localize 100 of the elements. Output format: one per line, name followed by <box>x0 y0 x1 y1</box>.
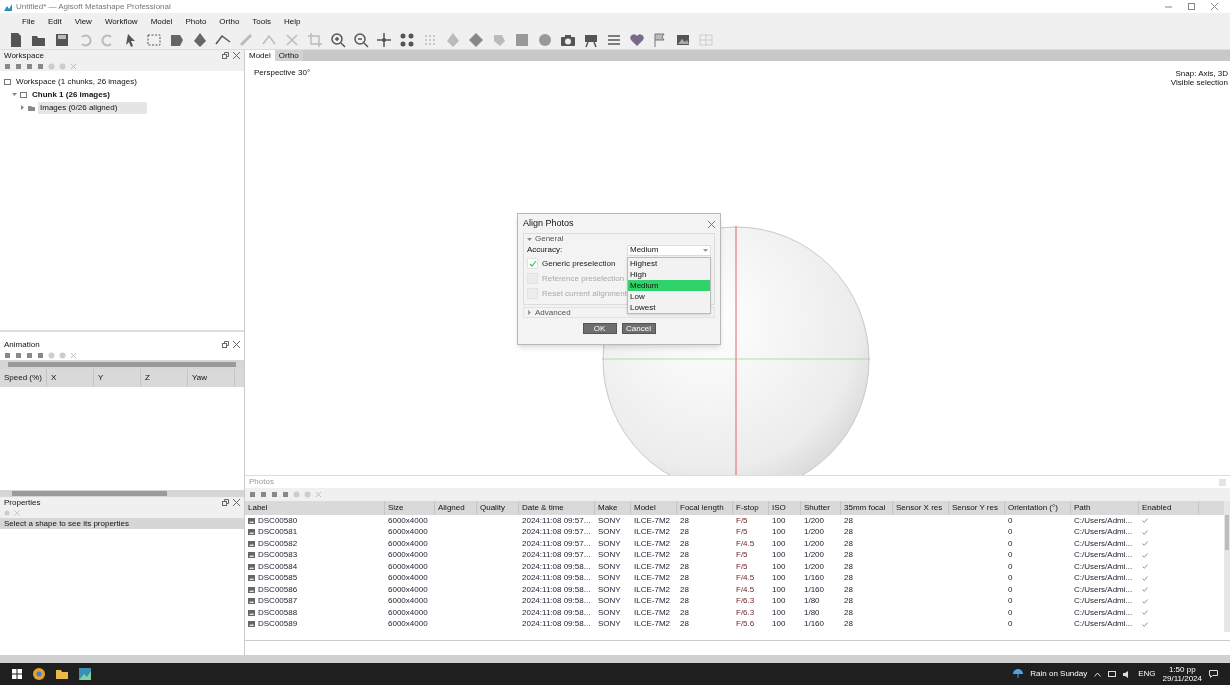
rectangle-selection-icon[interactable] <box>146 31 162 48</box>
table-cell: 1/160 <box>804 573 825 584</box>
column-header[interactable]: Sensor Y res <box>952 502 998 514</box>
column-header[interactable]: Y <box>98 372 104 384</box>
check-icon[interactable] <box>1142 518 1148 524</box>
table-cell: 1/200 <box>804 550 825 561</box>
column-header[interactable]: Shutter <box>804 502 830 514</box>
minimize-icon[interactable] <box>1165 3 1172 10</box>
table-cell: 2024:11:08 09:58... <box>522 584 591 595</box>
browser-icon[interactable] <box>33 668 45 680</box>
caret-icon[interactable] <box>527 310 532 315</box>
column-header[interactable]: F-stop <box>736 502 759 514</box>
check-icon[interactable] <box>1142 587 1148 593</box>
maximize-icon[interactable] <box>1188 3 1195 10</box>
close-icon[interactable] <box>233 499 240 506</box>
section-header[interactable]: General <box>535 233 564 245</box>
column-header[interactable]: Enabled <box>1142 502 1172 514</box>
column-header[interactable]: Path <box>1074 502 1091 514</box>
check-icon[interactable] <box>1142 541 1148 547</box>
check-icon[interactable] <box>1142 552 1148 558</box>
column-header[interactable]: Sensor X res <box>896 502 943 514</box>
chevron-up-icon[interactable] <box>1094 671 1102 677</box>
dropdown-option[interactable]: Medium <box>628 280 710 291</box>
column-header[interactable]: Date & time <box>522 502 564 514</box>
windows-start-icon[interactable] <box>12 669 22 679</box>
column-header[interactable]: Yaw <box>192 372 207 384</box>
menu-item[interactable]: Edit <box>45 15 64 28</box>
caret-icon[interactable] <box>527 236 532 242</box>
column-header[interactable]: Z <box>145 372 150 384</box>
view-tab[interactable]: Model <box>245 50 275 61</box>
menu-item[interactable]: Help <box>282 15 303 28</box>
network-icon[interactable] <box>1108 670 1117 678</box>
move-icon[interactable] <box>376 31 392 48</box>
close-icon[interactable] <box>233 52 240 59</box>
column-header[interactable]: Focal length <box>680 502 724 514</box>
column-header[interactable]: Quality <box>480 502 505 514</box>
table-cell: 100 <box>772 561 786 572</box>
close-icon[interactable] <box>233 341 240 348</box>
check-icon[interactable] <box>1142 575 1148 581</box>
table-cell: F/5 <box>736 550 748 561</box>
clock-time[interactable]: 1:50 pp <box>1168 665 1196 674</box>
scrollbar[interactable] <box>1224 501 1230 632</box>
table-cell: SONY <box>598 550 621 561</box>
table-cell: 28 <box>844 573 853 584</box>
column-header[interactable]: X <box>51 372 57 384</box>
new-document-icon[interactable] <box>8 31 24 48</box>
ok-button[interactable]: OK <box>582 323 617 334</box>
menu-item[interactable]: File <box>20 15 37 28</box>
column-header[interactable]: Orientation (°) <box>1008 502 1058 514</box>
tree-item[interactable]: Chunk 1 (26 images) <box>30 88 112 101</box>
dropdown-option[interactable]: Low <box>628 291 710 302</box>
column-header[interactable]: Label <box>248 502 268 514</box>
dropdown[interactable]: Medium <box>627 244 711 256</box>
caret-icon[interactable] <box>12 92 17 97</box>
column-header[interactable]: Aligned <box>438 502 465 514</box>
close-icon[interactable] <box>1211 3 1218 10</box>
crop-icon[interactable] <box>307 31 323 48</box>
caret-icon[interactable] <box>20 105 25 110</box>
column-header[interactable]: 35mm focal <box>844 502 886 514</box>
table-cell: C:/Users/Admi... <box>1074 515 1133 526</box>
column-header[interactable]: ISO <box>772 502 786 514</box>
notification-icon[interactable] <box>1209 670 1218 678</box>
menu-item[interactable]: View <box>72 15 94 28</box>
menu-item[interactable]: Tools <box>250 15 274 28</box>
check-icon[interactable] <box>1142 529 1148 535</box>
check-icon[interactable] <box>1142 598 1148 604</box>
zoom-out-icon[interactable] <box>353 31 369 48</box>
menu-item[interactable]: Photo <box>183 15 209 28</box>
column-header[interactable]: Speed (%) <box>4 372 42 384</box>
checkbox[interactable] <box>527 258 538 269</box>
heart-icon[interactable] <box>629 31 645 48</box>
app-icon[interactable] <box>79 668 91 680</box>
menu-item[interactable]: Model <box>148 15 175 28</box>
table-cell: 28 <box>844 596 853 607</box>
check-icon[interactable] <box>1142 564 1148 570</box>
check-icon[interactable] <box>1142 610 1148 616</box>
dropdown-option[interactable]: Highest <box>628 258 710 269</box>
cancel-button[interactable]: Cancel <box>621 323 656 334</box>
save-icon[interactable] <box>54 31 70 48</box>
tree-item[interactable]: Workspace (1 chunks, 26 images) <box>14 75 139 88</box>
dropdown-option[interactable]: Lowest <box>628 302 710 313</box>
points-icon[interactable] <box>399 31 415 48</box>
view-tab[interactable]: Ortho <box>274 50 303 61</box>
check-icon[interactable] <box>1142 621 1148 627</box>
menu-item[interactable]: Workflow <box>102 15 140 28</box>
language-indicator[interactable]: ENG <box>1138 668 1156 680</box>
flag-icon[interactable] <box>652 31 668 48</box>
clock-date[interactable]: 29/11/2024 <box>1162 674 1202 683</box>
dropdown-option[interactable]: High <box>628 269 710 280</box>
scrollbar[interactable] <box>12 491 167 496</box>
close-icon[interactable] <box>708 220 715 228</box>
zoom-in-icon[interactable] <box>330 31 346 48</box>
delete-icon[interactable] <box>284 31 300 48</box>
tree-item[interactable]: Images (0/26 aligned) <box>38 101 148 114</box>
weather-text[interactable]: Rain on Sunday <box>1030 668 1088 680</box>
column-header[interactable]: Size <box>388 502 404 514</box>
column-header[interactable]: Model <box>634 502 656 514</box>
scrollbar[interactable] <box>8 362 236 367</box>
menu-item[interactable]: Ortho <box>217 15 242 28</box>
column-header[interactable]: Make <box>598 502 618 514</box>
